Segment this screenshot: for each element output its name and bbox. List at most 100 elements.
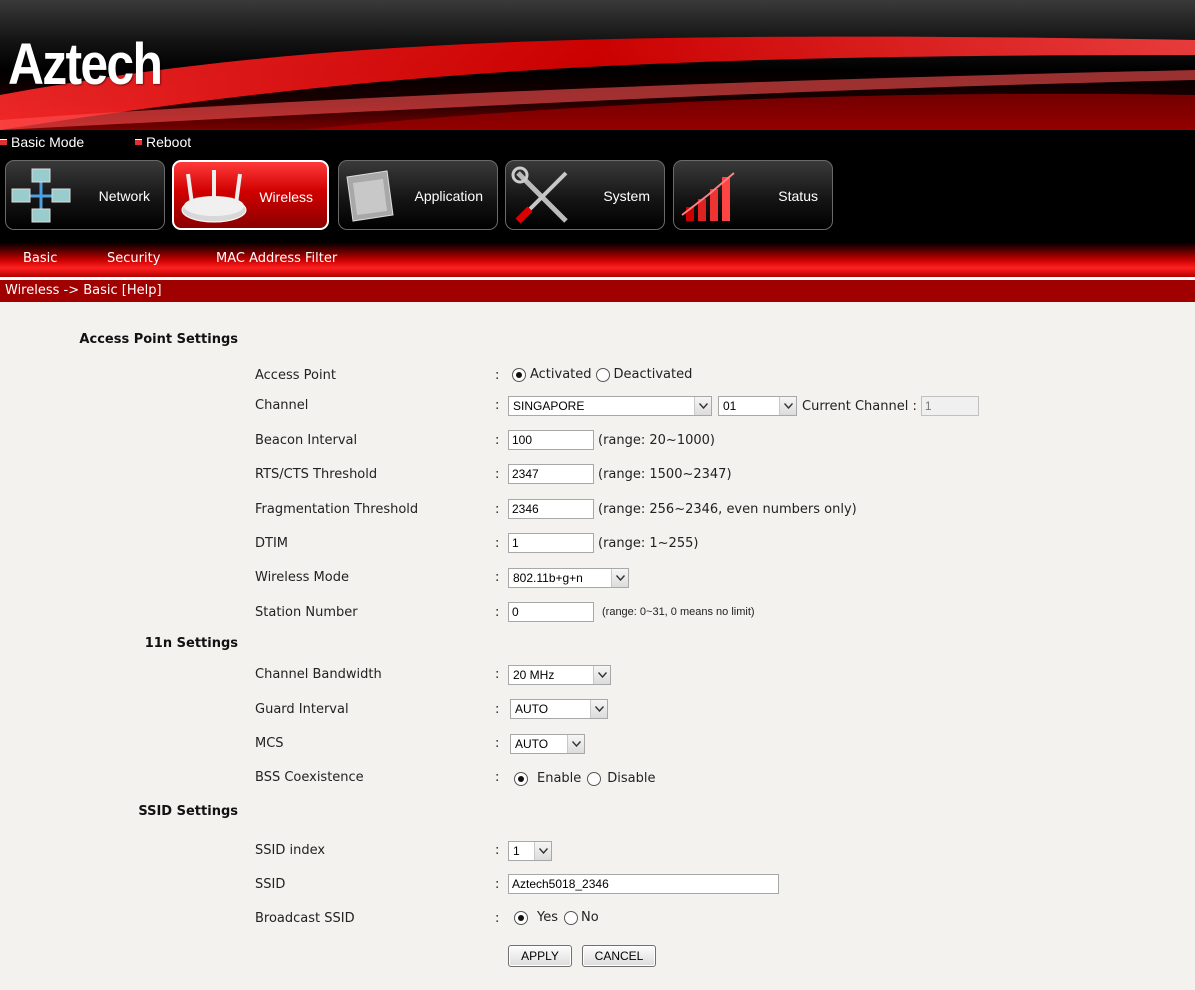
- dtim-hint: (range: 1~255): [598, 535, 699, 551]
- guard-interval-label: Guard Interval: [255, 702, 349, 717]
- guard-interval-select[interactable]: AUTO: [510, 699, 608, 719]
- broadcast-ssid-radio-group: Yes No: [514, 910, 603, 925]
- chevron-down-icon: [611, 569, 628, 587]
- access-point-label: Access Point: [255, 368, 336, 383]
- wireless-mode-label: Wireless Mode: [255, 570, 349, 585]
- dtim-label: DTIM: [255, 536, 289, 551]
- colon: :: [495, 605, 500, 620]
- bullet-icon: [135, 139, 142, 146]
- chevron-down-icon: [593, 666, 610, 684]
- ssid-index-controls: 1: [508, 841, 552, 861]
- ssid-input[interactable]: [508, 874, 779, 894]
- tab-system-label: System: [603, 188, 650, 204]
- access-point-deactivated-radio[interactable]: [595, 367, 610, 382]
- broadcast-no-radio[interactable]: [564, 910, 578, 925]
- application-icon: [346, 170, 394, 222]
- frag-threshold-input[interactable]: [508, 499, 594, 519]
- bss-enable-radio[interactable]: [514, 771, 528, 786]
- settings-panel: Access Point Settings Access Point : Act…: [0, 302, 1195, 990]
- subnav-mac-filter[interactable]: MAC Address Filter: [216, 251, 337, 266]
- rts-threshold-controls: (range: 1500~2347): [508, 464, 732, 484]
- sub-nav: Basic Security MAC Address Filter: [0, 242, 1195, 277]
- rts-threshold-label: RTS/CTS Threshold: [255, 467, 378, 482]
- mcs-controls: AUTO: [510, 734, 585, 754]
- breadcrumb-path: Wireless -> Basic: [5, 283, 122, 298]
- colon: :: [495, 736, 500, 751]
- colon: :: [495, 843, 500, 858]
- no-label: No: [581, 910, 599, 925]
- colon: :: [495, 536, 500, 551]
- dtim-controls: (range: 1~255): [508, 533, 698, 553]
- channel-bandwidth-value: 20 MHz: [513, 668, 555, 682]
- station-number-hint: (range: 0~31, 0 means no limit): [602, 606, 755, 618]
- mcs-value: AUTO: [515, 737, 549, 751]
- channel-value: 01: [723, 399, 737, 413]
- colon: :: [495, 433, 500, 448]
- rts-threshold-hint: (range: 1500~2347): [598, 466, 732, 482]
- wireless-mode-select[interactable]: 802.11b+g+n: [508, 568, 629, 588]
- station-number-input[interactable]: [508, 602, 594, 622]
- colon: :: [495, 502, 500, 517]
- tab-network[interactable]: Network: [5, 160, 165, 230]
- ssid-label: SSID: [255, 877, 286, 892]
- subnav-security[interactable]: Security: [107, 251, 160, 266]
- colon: :: [495, 911, 500, 926]
- bss-coexistence-label: BSS Coexistence: [255, 770, 364, 785]
- subnav-basic[interactable]: Basic: [23, 251, 57, 266]
- tab-wireless[interactable]: Wireless: [172, 160, 329, 230]
- tab-application-label: Application: [414, 188, 484, 204]
- colon: :: [495, 770, 500, 785]
- bss-coexistence-radio-group: Enable Disable: [514, 771, 660, 786]
- reboot-link[interactable]: Reboot: [135, 134, 191, 150]
- beacon-interval-hint: (range: 20~1000): [598, 432, 715, 448]
- mcs-select[interactable]: AUTO: [510, 734, 585, 754]
- colon: :: [495, 667, 500, 682]
- disable-label: Disable: [607, 771, 656, 786]
- broadcast-ssid-label: Broadcast SSID: [255, 911, 355, 926]
- current-channel-label: Current Channel :: [802, 398, 917, 414]
- channel-bandwidth-select[interactable]: 20 MHz: [508, 665, 611, 685]
- breadcrumb: Wireless -> Basic [Help]: [0, 280, 1195, 302]
- status-chart-icon: [681, 172, 735, 221]
- colon: :: [495, 570, 500, 585]
- rts-threshold-input[interactable]: [508, 464, 594, 484]
- tab-status[interactable]: Status: [673, 160, 833, 230]
- apply-button[interactable]: APPLY: [508, 945, 572, 967]
- broadcast-yes-radio[interactable]: [514, 910, 528, 925]
- wireless-mode-controls: 802.11b+g+n: [508, 568, 629, 588]
- reboot-label: Reboot: [146, 134, 192, 150]
- ssid-index-select[interactable]: 1: [508, 841, 552, 861]
- frag-threshold-controls: (range: 256~2346, even numbers only): [508, 499, 857, 519]
- channel-select[interactable]: 01: [718, 396, 797, 416]
- current-channel-field: [920, 396, 979, 416]
- tab-application[interactable]: Application: [338, 160, 498, 230]
- country-select[interactable]: SINGAPORE: [508, 396, 712, 416]
- cancel-button[interactable]: CANCEL: [582, 945, 656, 967]
- chevron-down-icon: [534, 842, 551, 860]
- bullet-icon: [0, 139, 7, 146]
- access-point-activated-radio[interactable]: [512, 367, 526, 382]
- tab-system[interactable]: System: [505, 160, 665, 230]
- dtim-input[interactable]: [508, 533, 594, 553]
- wireless-router-icon: [181, 170, 247, 223]
- bss-disable-radio[interactable]: [587, 771, 602, 786]
- mode-bar: Basic Mode Reboot: [0, 130, 1195, 155]
- basic-mode-link[interactable]: Basic Mode: [0, 134, 84, 150]
- yes-label: Yes: [537, 910, 558, 925]
- tab-network-label: Network: [98, 188, 150, 204]
- colon: :: [495, 398, 500, 413]
- tab-status-label: Status: [778, 188, 818, 204]
- channel-label: Channel: [255, 398, 309, 413]
- section-ssid-title: SSID Settings: [138, 804, 238, 819]
- section-access-point-title: Access Point Settings: [79, 332, 238, 347]
- country-value: SINGAPORE: [513, 399, 585, 413]
- channel-bandwidth-label: Channel Bandwidth: [255, 667, 382, 682]
- beacon-interval-controls: (range: 20~1000): [508, 430, 715, 450]
- colon: :: [495, 467, 500, 482]
- beacon-interval-input[interactable]: [508, 430, 594, 450]
- guard-interval-controls: AUTO: [510, 699, 608, 719]
- beacon-interval-label: Beacon Interval: [255, 433, 358, 448]
- help-link[interactable]: [Help]: [122, 283, 162, 298]
- channel-controls: SINGAPORE 01 Current Channel :: [508, 396, 979, 416]
- tools-icon: [511, 166, 568, 224]
